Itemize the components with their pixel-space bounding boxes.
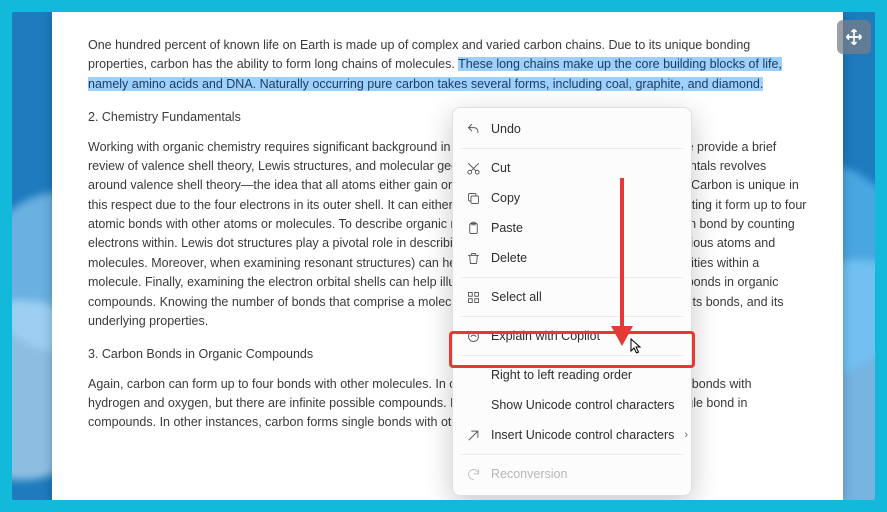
paste-icon — [466, 221, 481, 236]
menu-reconversion: Reconversion — [453, 459, 691, 489]
menu-insert-unicode-cc[interactable]: Insert Unicode control characters › — [453, 420, 691, 450]
menu-rtl-label: Right to left reading order — [491, 368, 632, 382]
menu-select-all[interactable]: Select all — [453, 282, 691, 312]
context-menu: Undo Cut Copy Paste Delete Sele — [452, 107, 692, 496]
menu-paste[interactable]: Paste — [453, 213, 691, 243]
document-page[interactable]: One hundred percent of known life on Ear… — [52, 12, 843, 500]
heading-chemistry-fundamentals: 2. Chemistry Fundamentals — [88, 108, 807, 127]
menu-cut[interactable]: Cut — [453, 153, 691, 183]
menu-select-all-label: Select all — [491, 290, 542, 304]
menu-explain-copilot[interactable]: Explain with Copilot — [453, 321, 691, 351]
menu-separator — [461, 454, 683, 455]
menu-separator — [461, 316, 683, 317]
menu-delete-label: Delete — [491, 251, 527, 265]
menu-insert-unicode-cc-label: Insert Unicode control characters — [491, 428, 674, 442]
heading-carbon-bonds: 3. Carbon Bonds in Organic Compounds — [88, 345, 807, 364]
delete-icon — [466, 251, 481, 266]
menu-copy-label: Copy — [491, 191, 520, 205]
cut-icon — [466, 161, 481, 176]
menu-paste-label: Paste — [491, 221, 523, 235]
menu-separator — [461, 355, 683, 356]
menu-cut-label: Cut — [491, 161, 510, 175]
menu-rtl-reading-order[interactable]: Right to left reading order — [453, 360, 691, 390]
paragraph-fundamentals[interactable]: Working with organic chemistry requires … — [88, 138, 807, 332]
reconversion-icon — [466, 467, 481, 482]
menu-explain-copilot-label: Explain with Copilot — [491, 329, 600, 343]
move-handle[interactable] — [837, 20, 871, 54]
copy-icon — [466, 191, 481, 206]
desktop-background: One hundred percent of known life on Ear… — [12, 12, 875, 500]
paragraph-intro[interactable]: One hundred percent of known life on Ear… — [88, 36, 807, 94]
select-all-icon — [466, 290, 481, 305]
insert-ucc-icon — [466, 428, 481, 443]
copilot-icon — [466, 329, 481, 344]
tutorial-frame: One hundred percent of known life on Ear… — [0, 0, 887, 512]
paragraph-carbon-bonds[interactable]: Again, carbon can form up to four bonds … — [88, 375, 807, 433]
move-arrows-icon — [844, 27, 864, 47]
menu-show-unicode-cc-label: Show Unicode control characters — [491, 398, 674, 412]
menu-undo[interactable]: Undo — [453, 114, 691, 144]
menu-separator — [461, 148, 683, 149]
menu-undo-label: Undo — [491, 122, 521, 136]
menu-show-unicode-cc[interactable]: Show Unicode control characters — [453, 390, 691, 420]
menu-reconversion-label: Reconversion — [491, 467, 567, 481]
undo-icon — [466, 122, 481, 137]
menu-separator — [461, 277, 683, 278]
menu-delete[interactable]: Delete — [453, 243, 691, 273]
menu-copy[interactable]: Copy — [453, 183, 691, 213]
chevron-right-icon: › — [684, 429, 688, 441]
